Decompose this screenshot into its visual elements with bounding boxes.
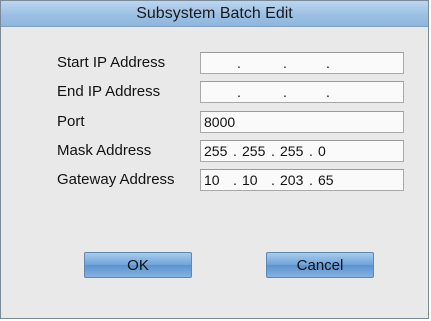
ip-dot-separator: . [326, 55, 330, 71]
ip-dot-separator: . [283, 55, 287, 71]
ip-dot-separator: . [326, 84, 330, 100]
port-label: Port [57, 113, 85, 130]
port-value: 8000 [204, 114, 236, 130]
gateway-octet-2[interactable]: 10 [242, 170, 258, 190]
ip-dot-separator: . [233, 143, 237, 159]
batch-edit-dialog: Subsystem Batch Edit Start IP Address . … [0, 0, 429, 319]
mask-octet-3[interactable]: 255 [280, 141, 303, 161]
start-ip-label: Start IP Address [57, 54, 166, 71]
mask-row: Mask Address 255 . 255 . 255 . 0 [1, 140, 428, 162]
mask-octet-2[interactable]: 255 [242, 141, 265, 161]
dialog-title: Subsystem Batch Edit [1, 1, 428, 27]
gateway-octet-3[interactable]: 203 [280, 170, 303, 190]
ip-dot-separator: . [237, 55, 241, 71]
ip-dot-separator: . [283, 84, 287, 100]
mask-field[interactable]: 255 . 255 . 255 . 0 [200, 140, 404, 162]
gateway-row: Gateway Address 10 . 10 . 203 . 65 [1, 169, 428, 191]
mask-octet-4[interactable]: 0 [318, 141, 326, 161]
start-ip-row: Start IP Address . . . [1, 52, 428, 74]
gateway-octet-1[interactable]: 10 [204, 170, 220, 190]
mask-label: Mask Address [57, 142, 152, 159]
gateway-label: Gateway Address [57, 171, 175, 188]
end-ip-field[interactable]: . . . [200, 81, 404, 103]
ip-dot-separator: . [309, 172, 313, 188]
start-ip-field[interactable]: . . . [200, 52, 404, 74]
ip-dot-separator: . [233, 172, 237, 188]
cancel-button[interactable]: Cancel [266, 252, 374, 278]
ip-dot-separator: . [271, 172, 275, 188]
end-ip-label: End IP Address [57, 83, 161, 100]
gateway-field[interactable]: 10 . 10 . 203 . 65 [200, 169, 404, 191]
ip-dot-separator: . [237, 84, 241, 100]
port-input[interactable]: 8000 [200, 111, 404, 133]
ok-button[interactable]: OK [84, 252, 192, 278]
ip-dot-separator: . [309, 143, 313, 159]
ip-dot-separator: . [271, 143, 275, 159]
gateway-octet-4[interactable]: 65 [318, 170, 334, 190]
end-ip-row: End IP Address . . . [1, 81, 428, 103]
port-row: Port 8000 [1, 111, 428, 133]
mask-octet-1[interactable]: 255 [204, 141, 227, 161]
